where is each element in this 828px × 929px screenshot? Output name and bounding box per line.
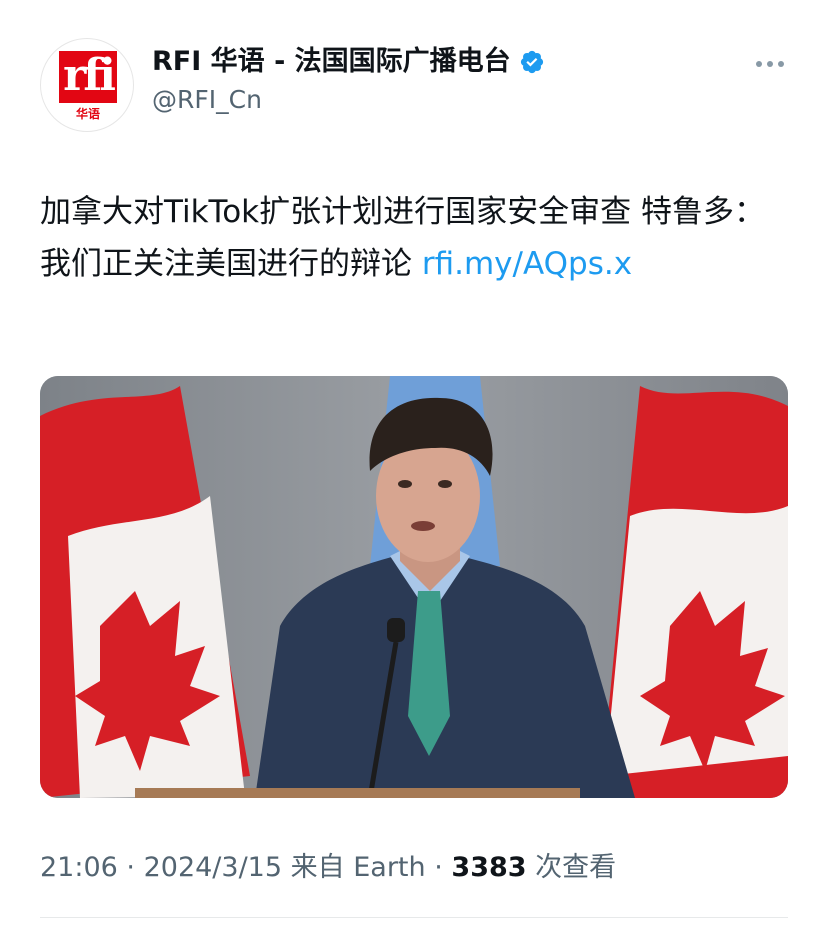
views-count: 3383 <box>451 852 527 883</box>
tweet-source: 来自 Earth <box>290 852 426 883</box>
tweet-meta: 21:06 · 2024/3/15 来自 Earth · 3383 次查看 <box>40 852 617 883</box>
divider <box>40 917 788 918</box>
tweet-body: 加拿大对TikTok扩张计划进行国家安全审查 特鲁多：我们正关注美国进行的辩论 <box>40 194 765 282</box>
display-name-row[interactable]: RFI 华语 - 法国国际广播电台 <box>152 44 545 80</box>
account-handle[interactable]: @RFI_Cn <box>152 82 545 118</box>
rfi-logo: rfi <box>59 51 117 103</box>
tweet-image[interactable] <box>40 376 788 798</box>
more-options-icon[interactable] <box>752 54 788 74</box>
tweet-link[interactable]: rfi.my/AQps.x <box>422 246 632 282</box>
display-name[interactable]: RFI 华语 - 法国国际广播电台 <box>152 44 511 80</box>
tweet-date[interactable]: 2024/3/15 <box>144 852 282 883</box>
tweet-time[interactable]: 21:06 <box>40 852 118 883</box>
tweet-header: rfi 华语 RFI 华语 - 法国国际广播电台 @RFI_Cn <box>40 38 788 134</box>
avatar[interactable]: rfi 华语 <box>40 38 134 132</box>
views-label: 次查看 <box>535 852 617 883</box>
rfi-logo-subtext: 华语 <box>75 107 100 121</box>
press-conference-photo <box>40 376 788 798</box>
tweet-text: 加拿大对TikTok扩张计划进行国家安全审查 特鲁多：我们正关注美国进行的辩论 … <box>40 186 788 290</box>
account-names: RFI 华语 - 法国国际广播电台 @RFI_Cn <box>152 44 545 118</box>
verified-badge-icon <box>520 50 543 74</box>
